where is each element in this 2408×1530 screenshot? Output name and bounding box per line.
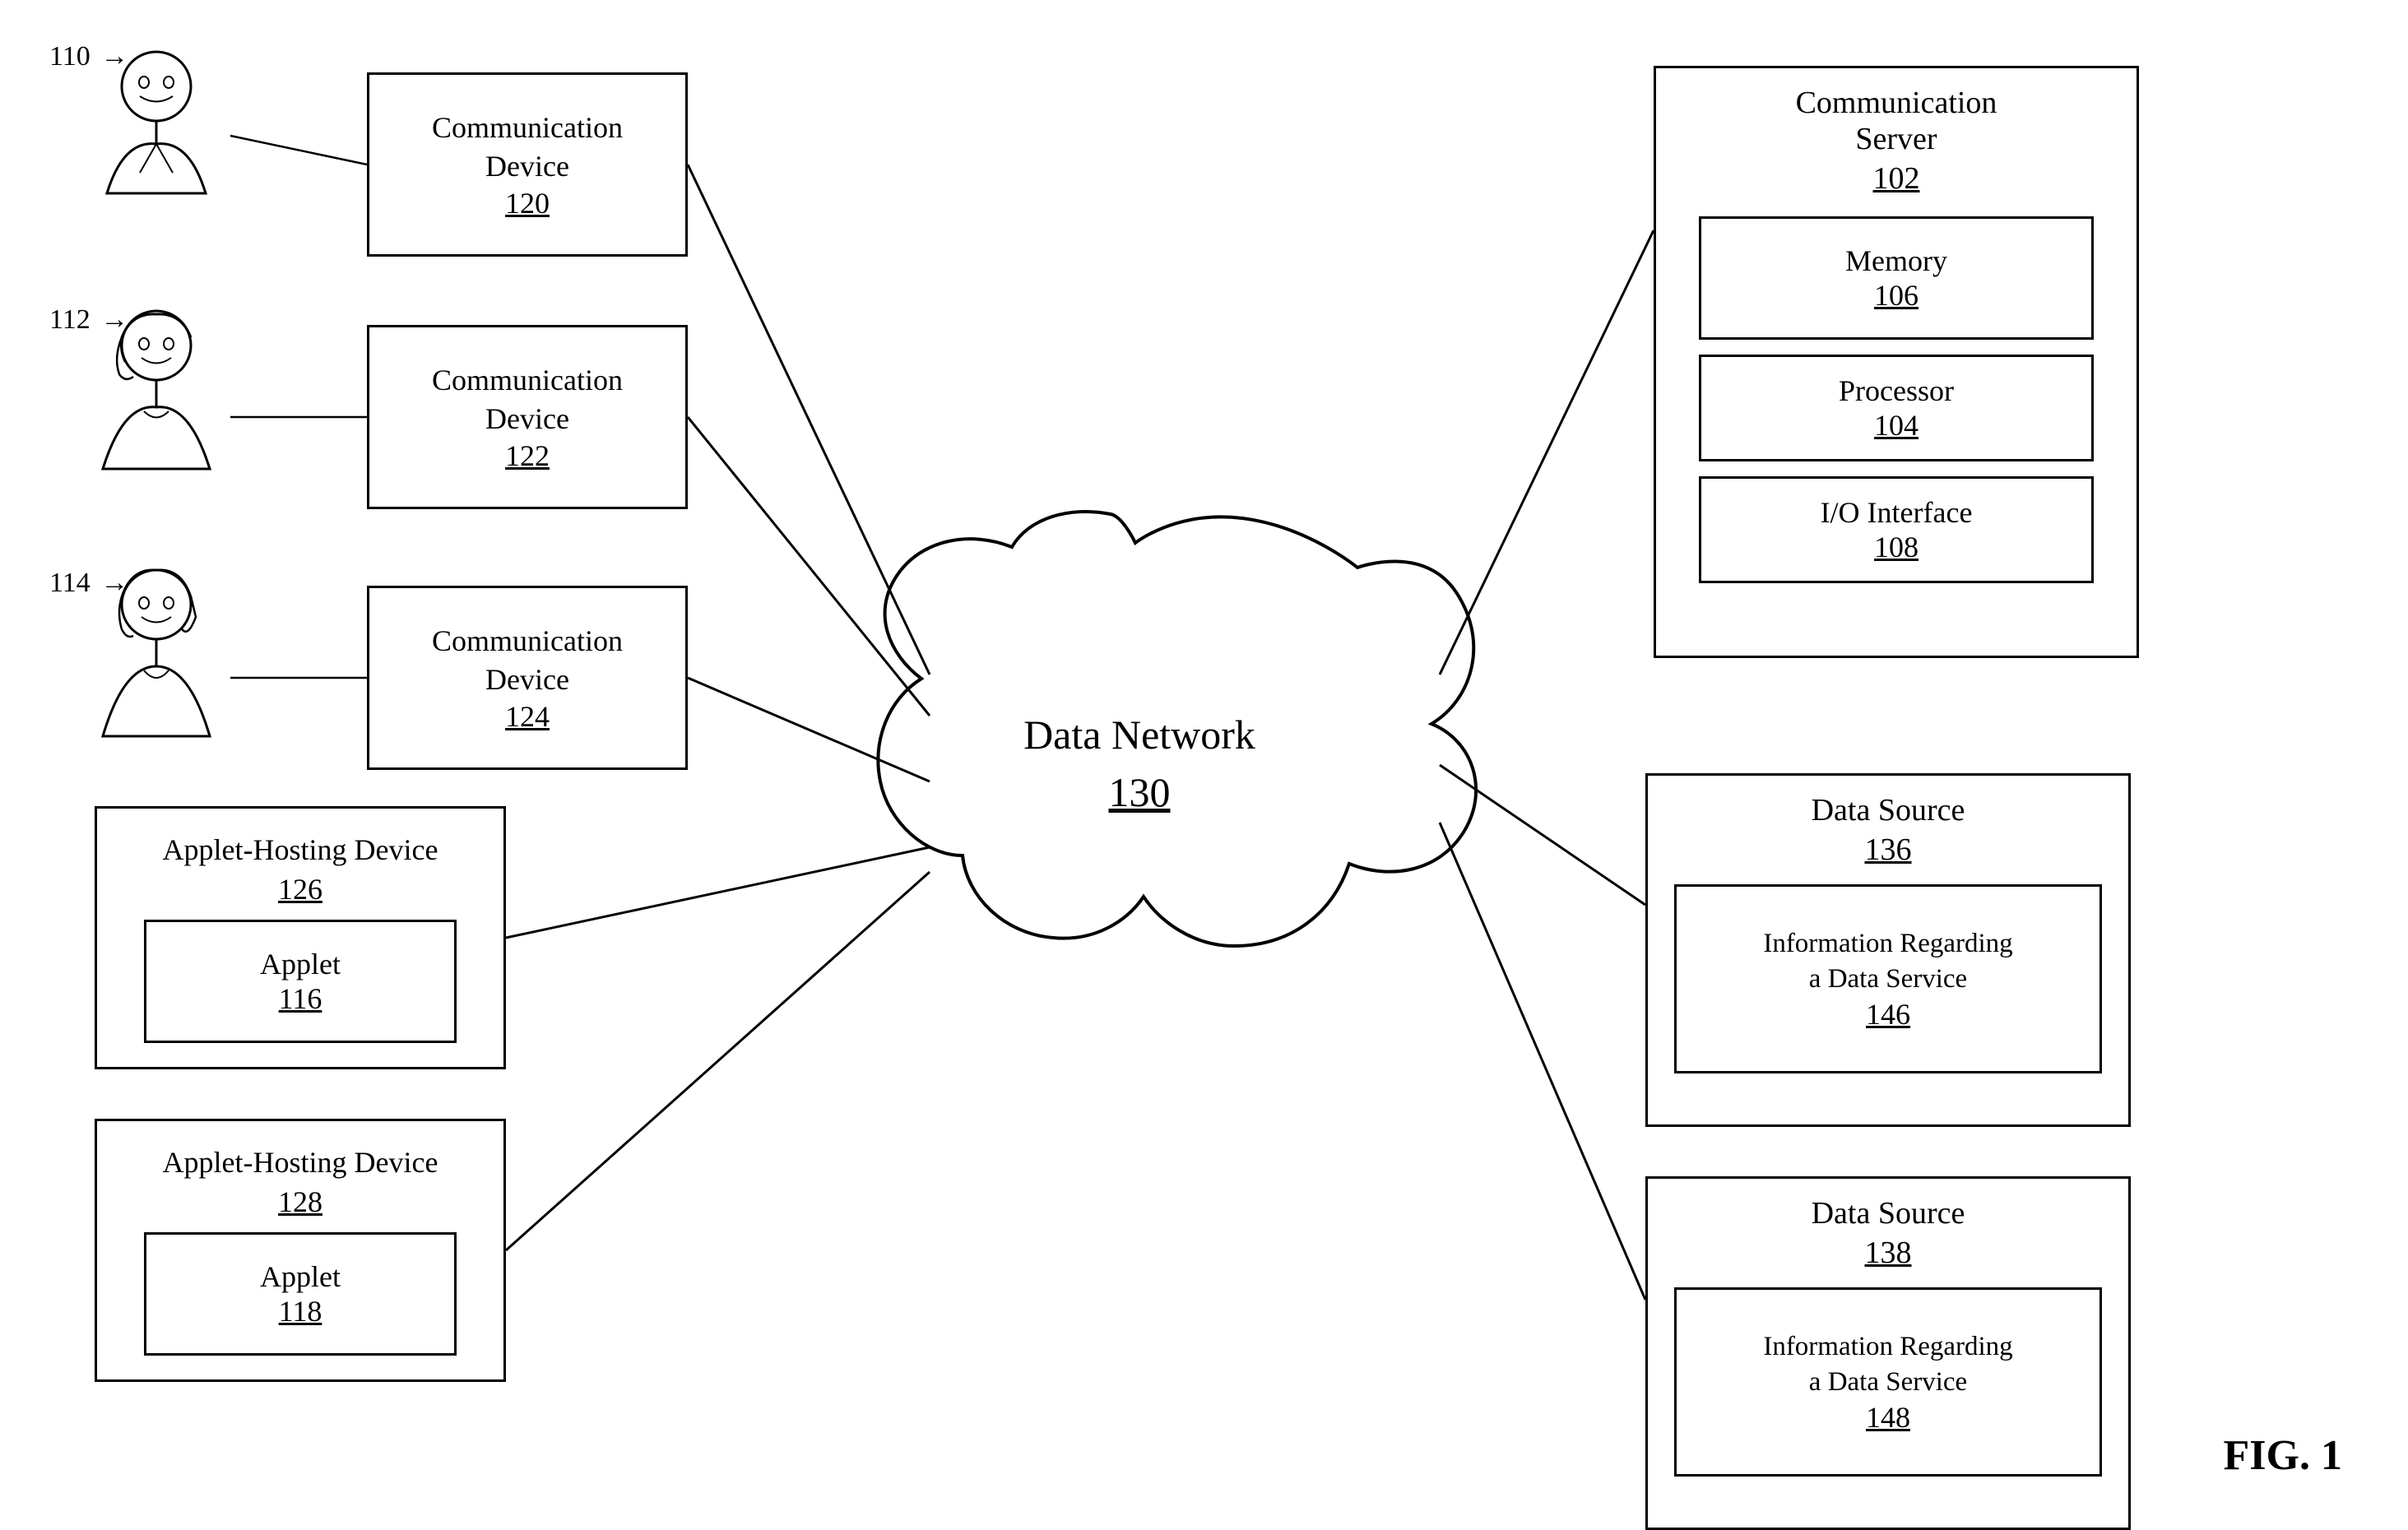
applet-hosting-128-number: 128 [278,1185,322,1219]
comm-device-122-number: 122 [505,438,550,473]
data-source-136: Data Source 136 Information Regardinga D… [1645,773,2131,1127]
comm-device-120: Communication Device 120 [367,72,688,257]
label-112: 112 → [49,304,128,336]
person-112 [74,304,239,526]
applet-hosting-126-label: Applet-Hosting Device [163,832,438,867]
io-label: I/O Interface [1821,495,1973,530]
io-interface-108: I/O Interface 108 [1699,476,2094,583]
data-source-138-label: Data Source [1812,1195,1965,1231]
label-114: 114 → [49,568,128,599]
comm-server-102: CommunicationServer 102 Memory 106 Proce… [1654,66,2139,658]
cloud-data-network: Data Network 130 [782,494,1497,1004]
label-110: 110 → [49,41,128,72]
info-146-label: Information Regardinga Data Service [1763,926,2012,997]
processor-number: 104 [1874,408,1919,443]
applet-116: Applet 116 [144,920,457,1043]
info-146-number: 146 [1866,997,1910,1032]
data-source-138: Data Source 138 Information Regardinga D… [1645,1176,2131,1530]
person-110 [74,45,239,259]
info-148-label: Information Regardinga Data Service [1763,1329,2012,1400]
comm-server-label: CommunicationServer [1796,85,1997,157]
comm-device-120-label: Communication Device [432,109,623,186]
data-source-136-number: 136 [1865,832,1912,868]
comm-device-124-number: 124 [505,699,550,734]
memory-106: Memory 106 [1699,216,2094,340]
applet-116-number: 116 [279,981,322,1016]
applet-118-number: 118 [279,1294,322,1328]
comm-device-122: Communication Device 122 [367,325,688,509]
io-number: 108 [1874,530,1919,564]
diagram: 110 → 112 → 114 → [0,0,2408,1529]
comm-server-number: 102 [1873,160,1920,197]
memory-106-label: Memory [1845,243,1947,278]
comm-device-120-number: 120 [505,186,550,220]
info-148-number: 148 [1866,1400,1910,1435]
comm-device-124-label: Communication Device [432,622,623,699]
memory-106-number: 106 [1874,278,1919,313]
applet-hosting-device-126: Applet-Hosting Device 126 Applet 116 [95,806,506,1069]
info-data-service-148: Information Regardinga Data Service 148 [1674,1287,2102,1477]
data-source-136-label: Data Source [1812,792,1965,828]
processor-label: Processor [1839,373,1954,408]
svg-text:130: 130 [1109,769,1171,815]
comm-device-122-label: Communication Device [432,361,623,438]
applet-hosting-device-128: Applet-Hosting Device 128 Applet 118 [95,1119,506,1382]
comm-device-124: Communication Device 124 [367,586,688,770]
processor-104: Processor 104 [1699,355,2094,461]
applet-118: Applet 118 [144,1232,457,1356]
applet-116-label: Applet [260,947,341,981]
applet-hosting-128-label: Applet-Hosting Device [163,1145,438,1180]
info-data-service-146: Information Regardinga Data Service 146 [1674,884,2102,1073]
applet-118-label: Applet [260,1259,341,1294]
svg-text:Data Network: Data Network [1023,712,1255,758]
figure-label: FIG. 1 [2224,1431,2342,1480]
applet-hosting-126-number: 126 [278,872,322,906]
data-source-138-number: 138 [1865,1235,1912,1271]
